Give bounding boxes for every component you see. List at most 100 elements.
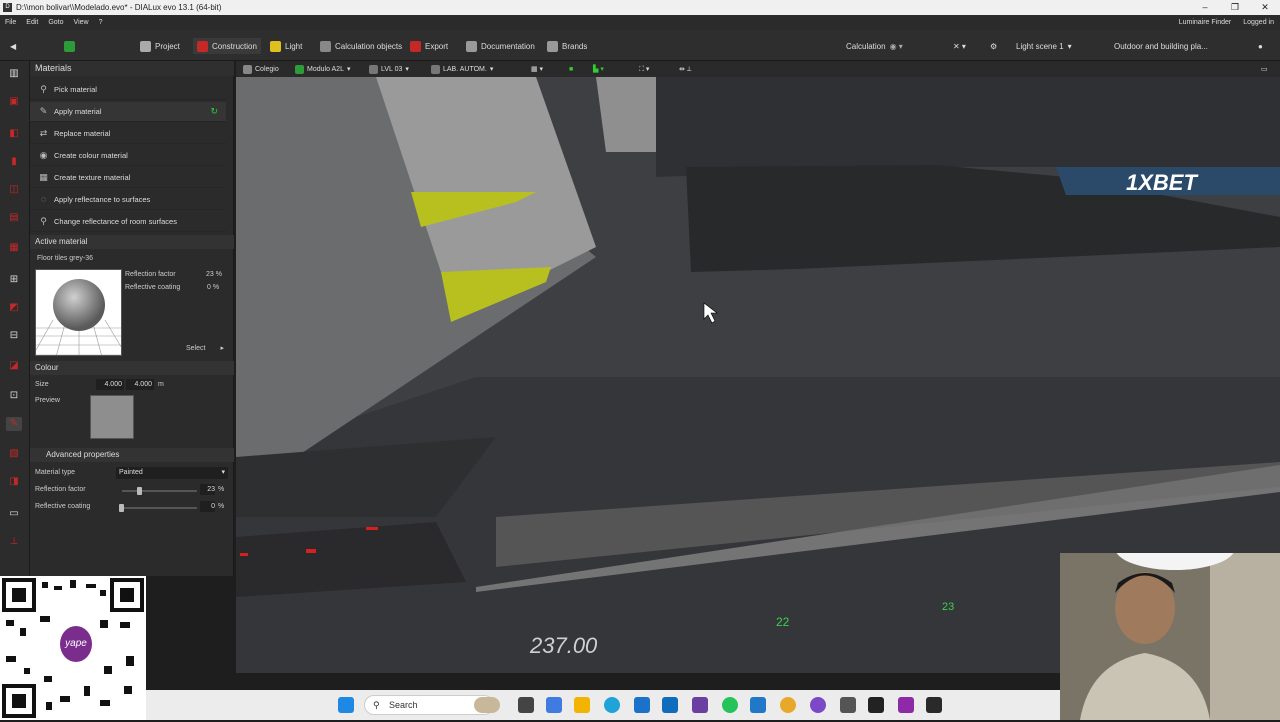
chrome-icon[interactable] bbox=[780, 697, 796, 713]
roof-tool-icon[interactable]: ◩ bbox=[6, 301, 22, 315]
wall-tool-icon[interactable]: ◧ bbox=[6, 127, 22, 141]
close-button[interactable]: ✕ bbox=[1250, 0, 1280, 15]
size-x-input[interactable]: 4.000 bbox=[96, 379, 124, 390]
refresh-icon[interactable]: ↻ bbox=[210, 106, 218, 117]
material-tool-icon[interactable]: ✎ bbox=[6, 417, 22, 431]
taskbar: ⚲ Search bbox=[146, 690, 1060, 720]
preview-label: Preview bbox=[35, 397, 60, 404]
furniture-tool-icon[interactable]: ◪ bbox=[6, 359, 22, 373]
luminaire-finder-button[interactable]: Luminaire Finder bbox=[1179, 15, 1232, 30]
view-screen-icon[interactable]: ▭ bbox=[1258, 62, 1271, 76]
ceiling-tool-icon[interactable]: ▤ bbox=[6, 211, 22, 225]
action-create-texture-material[interactable]: ▦ Create texture material bbox=[30, 168, 226, 188]
save-icon[interactable] bbox=[60, 38, 79, 54]
tab-calculation-objects[interactable]: Calculation objects bbox=[316, 38, 406, 54]
label-tool-icon[interactable]: ⊥ bbox=[6, 535, 22, 549]
title-bar: D D:\\mon bolivar\\Modelado.evo* - DIALu… bbox=[0, 0, 1280, 15]
coating-slider-thumb[interactable] bbox=[119, 504, 124, 512]
logged-in-button[interactable]: Logged in bbox=[1243, 15, 1274, 30]
view-plan-icon[interactable]: ▙ ▾ bbox=[590, 62, 607, 76]
action-apply-reflectance[interactable]: ◌ Apply reflectance to surfaces bbox=[30, 190, 226, 210]
frame-tool-icon[interactable]: ▭ bbox=[6, 507, 22, 521]
menu-goto[interactable]: Goto bbox=[43, 19, 68, 26]
column-tool-icon[interactable]: ⊞ bbox=[6, 273, 22, 287]
colour-preview-swatch[interactable] bbox=[90, 395, 134, 439]
stairs-tool-icon[interactable]: ⊟ bbox=[6, 329, 22, 343]
stop-icon[interactable]: ✕ ▾ bbox=[949, 38, 970, 54]
view-item-modulo[interactable]: Modulo A2L ▾ bbox=[292, 62, 354, 76]
object-tool-icon[interactable]: ⊡ bbox=[6, 389, 22, 403]
user-icon[interactable]: ● bbox=[1254, 38, 1267, 54]
tiktok-icon[interactable] bbox=[868, 697, 884, 713]
material-type-select[interactable]: Painted ▾ bbox=[116, 467, 228, 479]
view-grid-icon[interactable]: ▦ ▾ bbox=[528, 62, 546, 76]
tab-construction[interactable]: Construction bbox=[193, 38, 261, 54]
settings-gear-icon[interactable]: ⚙ bbox=[986, 38, 1001, 54]
door-tool-icon[interactable]: ▮ bbox=[6, 155, 22, 169]
back-arrow-icon[interactable]: ◀ bbox=[6, 38, 20, 54]
reflection-slider-track[interactable] bbox=[122, 487, 197, 495]
floor-tool-icon[interactable]: ▦ bbox=[6, 241, 22, 255]
action-create-colour-material[interactable]: ◉ Create colour material bbox=[30, 146, 226, 166]
panel-title: Materials bbox=[30, 61, 234, 76]
canva-icon[interactable] bbox=[898, 697, 914, 713]
view-measure-icon[interactable]: ⇹ ⟂ bbox=[676, 62, 694, 76]
search-highlight-icon[interactable] bbox=[474, 697, 500, 713]
view-item-colegio[interactable]: Colegio bbox=[240, 62, 282, 76]
menu-view[interactable]: View bbox=[69, 19, 94, 26]
adv-coating-input[interactable]: 0 bbox=[200, 501, 215, 512]
menu-help[interactable]: ? bbox=[94, 19, 108, 26]
reflective-coating-label: Reflective coating bbox=[125, 284, 181, 291]
outdoor-building-select[interactable]: Outdoor and building pla... bbox=[1110, 38, 1216, 54]
advanced-properties-header[interactable]: Advanced properties bbox=[30, 448, 234, 462]
tab-export[interactable]: Export bbox=[406, 38, 452, 54]
tab-documentation[interactable]: Documentation bbox=[462, 38, 539, 54]
dialux-taskbar-icon[interactable] bbox=[926, 697, 942, 713]
settings-icon[interactable] bbox=[840, 697, 856, 713]
calculation-button[interactable]: Calculation ◉ ▾ bbox=[842, 38, 907, 54]
select-material-button[interactable]: Select ▸ bbox=[180, 343, 228, 355]
dialux-logo-icon: D bbox=[3, 3, 12, 12]
action-apply-material[interactable]: ✎ Apply material ↻ bbox=[30, 102, 226, 122]
colour-header: Colour bbox=[30, 361, 234, 375]
maximize-button[interactable]: ❐ bbox=[1220, 0, 1250, 15]
store-icon[interactable] bbox=[634, 697, 650, 713]
size-y-input[interactable]: 4.000 bbox=[126, 379, 154, 390]
messenger-icon[interactable] bbox=[810, 697, 826, 713]
outlook-icon[interactable] bbox=[662, 697, 678, 713]
tab-light[interactable]: Light bbox=[266, 38, 306, 54]
adv-reflection-input[interactable]: 23 bbox=[200, 484, 215, 495]
menu-file[interactable]: File bbox=[0, 19, 21, 26]
file-explorer-icon[interactable] bbox=[574, 697, 590, 713]
room-tool-icon[interactable]: ▥ bbox=[6, 67, 22, 81]
teams-icon[interactable] bbox=[692, 697, 708, 713]
light-scene-select[interactable]: Light scene 1 ▾ bbox=[1012, 38, 1076, 54]
view-item-room[interactable]: LAB. AUTOM. ▾ bbox=[428, 62, 496, 76]
action-change-reflectance[interactable]: ⚲ Change reflectance of room surfaces bbox=[30, 212, 226, 232]
texture-tool-icon[interactable]: ◨ bbox=[6, 475, 22, 489]
percent-unit: % bbox=[218, 503, 225, 510]
chevron-right-icon: ▸ bbox=[220, 345, 224, 352]
materials-panel: Materials ⚲ Pick material ✎ Apply material… bbox=[30, 61, 234, 576]
task-view-icon[interactable] bbox=[518, 697, 534, 713]
edge-icon[interactable] bbox=[604, 697, 620, 713]
view-3d-icon[interactable]: ■ bbox=[566, 62, 576, 76]
start-windows-icon[interactable] bbox=[338, 697, 354, 713]
import-tool-icon[interactable]: ▣ bbox=[6, 95, 22, 109]
minimize-button[interactable]: – bbox=[1190, 0, 1220, 15]
tab-project[interactable]: Project bbox=[136, 38, 184, 54]
view-fit-icon[interactable]: ⛶ ▾ bbox=[636, 62, 652, 76]
reflection-slider-thumb[interactable] bbox=[137, 487, 142, 495]
tab-brands[interactable]: Brands bbox=[543, 38, 591, 54]
paint-tool-icon[interactable]: ▧ bbox=[6, 447, 22, 461]
whatsapp-icon[interactable] bbox=[722, 697, 738, 713]
material-type-label: Material type bbox=[35, 469, 76, 476]
copilot-icon[interactable] bbox=[546, 697, 562, 713]
menu-edit[interactable]: Edit bbox=[21, 19, 43, 26]
action-pick-material[interactable]: ⚲ Pick material bbox=[30, 80, 226, 100]
coating-slider-track[interactable] bbox=[119, 504, 197, 512]
action-replace-material[interactable]: ⇄ Replace material bbox=[30, 124, 226, 144]
window-tool-icon[interactable]: ◫ bbox=[6, 183, 22, 197]
vscode-icon[interactable] bbox=[750, 697, 766, 713]
view-item-level[interactable]: LVL 03 ▾ bbox=[366, 62, 412, 76]
